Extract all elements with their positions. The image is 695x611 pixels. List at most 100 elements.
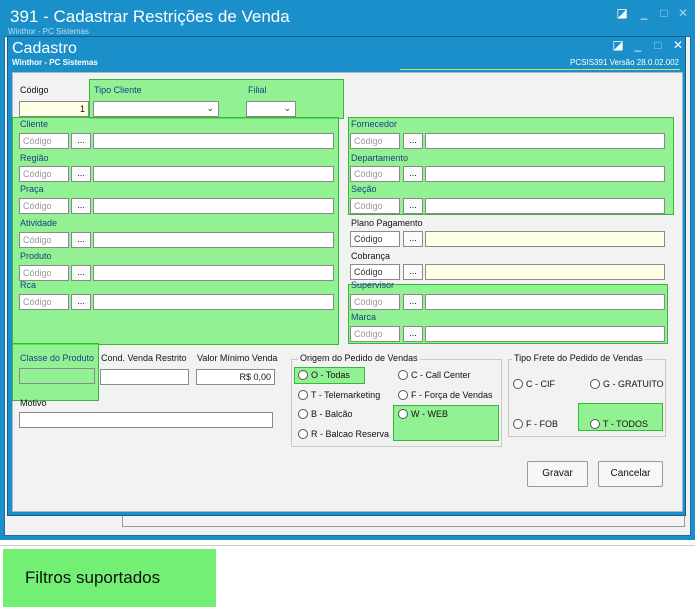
inner-restore-icon[interactable]: ◪ xyxy=(608,38,628,52)
departamento-lookup-button[interactable]: ... xyxy=(403,166,423,182)
cliente-code-input[interactable]: Código xyxy=(19,133,69,149)
regiao-code-input[interactable]: Código xyxy=(19,166,69,182)
produto-lookup-button[interactable]: ... xyxy=(71,265,91,281)
fornecedor-description xyxy=(425,133,665,149)
marca-lookup-button[interactable]: ... xyxy=(403,326,423,342)
motivo-input[interactable] xyxy=(19,412,273,428)
praca-label: Praça xyxy=(20,184,44,194)
supervisor-label: Supervisor xyxy=(351,280,395,290)
cobranca-lookup-button[interactable]: ... xyxy=(403,264,423,280)
rca-description xyxy=(93,294,334,310)
plano-pagamento-description xyxy=(425,231,665,247)
cobranca-description xyxy=(425,264,665,280)
marca-code-input[interactable]: Código xyxy=(350,326,400,342)
version-divider xyxy=(400,69,680,70)
frete-cif-radio[interactable]: C - CIF xyxy=(513,379,555,389)
outer-minimize-button[interactable]: _ xyxy=(634,6,654,20)
praca-description xyxy=(93,198,334,214)
chevron-down-icon: ⌄ xyxy=(206,103,214,113)
tipo-cliente-label: Tipo Cliente xyxy=(94,85,142,95)
outer-restore-icon[interactable]: ◪ xyxy=(612,6,632,20)
origem-telemarketing-radio[interactable]: T - Telemarketing xyxy=(298,390,380,400)
codigo-input[interactable]: 1 xyxy=(19,101,89,117)
secao-lookup-button[interactable]: ... xyxy=(403,198,423,214)
cliente-lookup-button[interactable]: ... xyxy=(71,133,91,149)
produto-code-input[interactable]: Código xyxy=(19,265,69,281)
origem-todas-radio[interactable]: O - Todas xyxy=(298,370,350,380)
filial-label: Filial xyxy=(248,85,267,95)
filial-select[interactable]: ⌄ xyxy=(246,101,296,117)
cond-venda-label: Cond. Venda Restrito xyxy=(101,353,187,363)
plano-pagamento-code-input[interactable]: Código xyxy=(350,231,400,247)
rca-code-input[interactable]: Código xyxy=(19,294,69,310)
rca-lookup-button[interactable]: ... xyxy=(71,294,91,310)
gravar-button[interactable]: Gravar xyxy=(527,461,588,487)
cond-venda-input[interactable] xyxy=(100,369,189,385)
tipo-cliente-select[interactable]: ⌄ xyxy=(93,101,219,117)
regiao-description xyxy=(93,166,334,182)
origem-balcao-reserva-radio[interactable]: R - Balcao Reserva xyxy=(298,429,389,439)
codigo-label: Código xyxy=(20,85,49,95)
secao-description xyxy=(425,198,665,214)
departamento-label: Departamento xyxy=(351,153,409,163)
cliente-label: Cliente xyxy=(20,119,49,129)
praca-code-input[interactable]: Código xyxy=(19,198,69,214)
chevron-down-icon: ⌄ xyxy=(283,103,291,113)
supervisor-description xyxy=(425,294,665,310)
cliente-description xyxy=(93,133,334,149)
valor-minimo-input[interactable]: R$ 0,00 xyxy=(196,369,275,385)
atividade-lookup-button[interactable]: ... xyxy=(71,232,91,248)
departamento-description xyxy=(425,166,665,182)
origem-call-center-radio[interactable]: C - Call Center xyxy=(398,370,471,380)
outer-close-button[interactable]: ✕ xyxy=(673,6,693,20)
origem-forca-vendas-radio[interactable]: F - Força de Vendas xyxy=(398,390,493,400)
outer-window-title: 391 - Cadastrar Restrições de Venda xyxy=(10,7,290,26)
supervisor-lookup-button[interactable]: ... xyxy=(403,294,423,310)
plano-pagamento-lookup-button[interactable]: ... xyxy=(403,231,423,247)
frete-todos-radio[interactable]: T - TODOS xyxy=(590,419,648,429)
rca-label: Rca xyxy=(20,280,37,290)
origem-web-radio[interactable]: W - WEB xyxy=(398,409,448,419)
cancelar-button[interactable]: Cancelar xyxy=(598,461,663,487)
fornecedor-label: Fornecedor xyxy=(351,119,398,129)
inner-maximize-button[interactable]: □ xyxy=(648,38,668,52)
regiao-lookup-button[interactable]: ... xyxy=(71,166,91,182)
inner-close-button[interactable]: ✕ xyxy=(668,38,688,52)
produto-label: Produto xyxy=(20,251,52,261)
inner-window-title: Cadastro xyxy=(12,40,77,57)
atividade-code-input[interactable]: Código xyxy=(19,232,69,248)
version-label: PCSIS391 Versão 28.0.02.002 xyxy=(570,58,679,67)
origem-title: Origem do Pedido de Vendas xyxy=(298,353,420,363)
secao-code-input[interactable]: Código xyxy=(350,198,400,214)
classe-produto-input[interactable] xyxy=(19,368,95,384)
cobranca-code-input[interactable]: Código xyxy=(350,264,400,280)
frete-fob-radio[interactable]: F - FOB xyxy=(513,419,558,429)
marca-label: Marca xyxy=(351,312,377,322)
caption-box: Filtros suportados xyxy=(3,549,216,607)
outer-window-subtitle: Winthor - PC Sistemas xyxy=(8,27,89,36)
inner-window-subtitle: Winthor - PC Sistemas xyxy=(12,58,98,67)
origem-balcao-radio[interactable]: B - Balcão xyxy=(298,409,353,419)
supervisor-code-input[interactable]: Código xyxy=(350,294,400,310)
cobranca-label: Cobrança xyxy=(351,251,391,261)
caption-divider xyxy=(0,545,695,546)
inner-minimize-button[interactable]: _ xyxy=(628,38,648,52)
valor-minimo-label: Valor Mínimo Venda xyxy=(197,353,278,363)
outer-maximize-button[interactable]: □ xyxy=(654,6,674,20)
atividade-label: Atividade xyxy=(20,218,58,228)
marca-description xyxy=(425,326,665,342)
atividade-description xyxy=(93,232,334,248)
highlight-left-filters xyxy=(12,117,339,345)
frete-title: Tipo Frete do Pedido de Vendas xyxy=(512,353,645,363)
fornecedor-lookup-button[interactable]: ... xyxy=(403,133,423,149)
motivo-label: Motivo xyxy=(20,398,47,408)
frete-gratuito-radio[interactable]: G - GRATUITO xyxy=(590,379,664,389)
secao-label: Seção xyxy=(351,184,377,194)
regiao-label: Região xyxy=(20,153,49,163)
classe-produto-label: Classe do Produto xyxy=(20,353,95,363)
praca-lookup-button[interactable]: ... xyxy=(71,198,91,214)
departamento-code-input[interactable]: Código xyxy=(350,166,400,182)
fornecedor-code-input[interactable]: Código xyxy=(350,133,400,149)
plano-pagamento-label: Plano Pagamento xyxy=(351,218,423,228)
produto-description xyxy=(93,265,334,281)
